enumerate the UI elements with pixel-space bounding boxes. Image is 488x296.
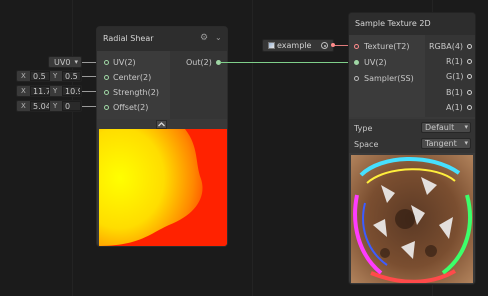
sample-texture-ports: Texture(T2) UV(2) Sampler(SS) RGBA(4) R(…	[349, 35, 475, 117]
strength-x-label: X	[21, 87, 26, 95]
collapse-chevron-icon[interactable]: ⌄	[215, 33, 222, 42]
texture-property-label: example	[277, 41, 312, 50]
g-output-label: G(1)	[446, 72, 464, 81]
center-x-field[interactable]: 0.5	[30, 71, 50, 81]
g-output-port[interactable]	[467, 74, 472, 79]
a-output-label: A(1)	[446, 103, 463, 112]
center-input-label: Center(2)	[113, 73, 152, 82]
uv-dropdown-value: UV0	[54, 58, 71, 67]
uv-input-label-2: UV(2)	[364, 58, 387, 67]
radial-shear-title: Radial Shear	[103, 34, 154, 43]
b-output-label: B(1)	[446, 88, 463, 97]
strength-y-label: Y	[53, 87, 58, 95]
chevron-up-icon[interactable]	[156, 120, 167, 129]
gear-icon[interactable]: ⚙	[200, 33, 208, 43]
chevron-down-icon: ▾	[74, 58, 78, 66]
radial-shear-header[interactable]: Radial Shear ⚙ ⌄	[97, 27, 227, 51]
sample-texture-settings: Type Default ▾ Space Tangent ▾	[349, 119, 475, 153]
sampler-input-label: Sampler(SS)	[364, 74, 414, 83]
uv-input-port[interactable]	[104, 60, 109, 65]
offset-x-field[interactable]: 5.04	[30, 101, 50, 111]
space-label: Space	[354, 140, 379, 149]
b-output-port[interactable]	[467, 90, 472, 95]
strength-y-field[interactable]: 10.9	[62, 86, 81, 96]
center-y-field[interactable]: 0.5	[62, 71, 81, 81]
strength-input[interactable]: X 11.7 Y 10.9	[16, 85, 82, 97]
rgba-output-label: RGBA(4)	[429, 42, 464, 51]
radial-shear-preview	[99, 129, 227, 246]
texture-property-output-port[interactable]	[331, 43, 335, 47]
offset-y-label: Y	[53, 102, 58, 110]
sampler-input-port[interactable]	[354, 76, 359, 81]
space-dropdown-value: Tangent	[425, 139, 457, 148]
center-input[interactable]: X 0.5 Y 0.5	[16, 70, 82, 82]
strength-input-label: Strength(2)	[113, 88, 159, 97]
out-output-label: Out(2)	[186, 58, 212, 67]
offset-y-field[interactable]: 0	[62, 101, 81, 111]
type-dropdown-value: Default	[425, 123, 455, 132]
type-label: Type	[354, 124, 373, 133]
texture-icon	[268, 42, 275, 49]
uv-input-label: UV(2)	[113, 58, 136, 67]
preview-toggle-strip	[97, 119, 227, 129]
space-dropdown[interactable]: Tangent ▾	[421, 138, 471, 149]
type-dropdown[interactable]: Default ▾	[421, 122, 471, 133]
center-y-label: Y	[53, 72, 58, 80]
sample-texture-2d-node[interactable]: Sample Texture 2D Texture(T2) UV(2) Samp…	[348, 12, 476, 285]
radial-shear-ports: UV(2) Center(2) Strength(2) Offset(2) Ou…	[97, 51, 227, 119]
sample-texture-preview	[351, 155, 473, 283]
strength-input-port[interactable]	[104, 90, 109, 95]
center-input-port[interactable]	[104, 75, 109, 80]
chevron-down-icon: ▾	[464, 123, 468, 131]
offset-input[interactable]: X 5.04 Y 0	[16, 100, 82, 112]
offset-input-port[interactable]	[104, 105, 109, 110]
texture-target-icon[interactable]	[321, 42, 328, 49]
r-output-label: R(1)	[446, 57, 463, 66]
texture-property-node[interactable]: example	[262, 39, 335, 52]
radial-shear-node[interactable]: Radial Shear ⚙ ⌄ UV(2) Center(2) Strengt…	[96, 26, 228, 247]
strength-x-field[interactable]: 11.7	[30, 86, 50, 96]
a-output-port[interactable]	[467, 105, 472, 110]
sample-texture-title: Sample Texture 2D	[355, 19, 431, 28]
texture-input-port[interactable]	[354, 44, 359, 49]
center-x-label: X	[21, 72, 26, 80]
chevron-down-icon: ▾	[464, 139, 468, 147]
uv-input-port-2[interactable]	[354, 60, 359, 65]
uv-dropdown[interactable]: UV0 ▾	[48, 56, 82, 68]
offset-input-label: Offset(2)	[113, 103, 149, 112]
sample-texture-header[interactable]: Sample Texture 2D	[349, 13, 475, 35]
offset-x-label: X	[21, 102, 26, 110]
rgba-output-port[interactable]	[467, 44, 472, 49]
texture-input-label: Texture(T2)	[364, 42, 410, 51]
edge-out-to-uv	[220, 62, 350, 63]
r-output-port[interactable]	[467, 59, 472, 64]
